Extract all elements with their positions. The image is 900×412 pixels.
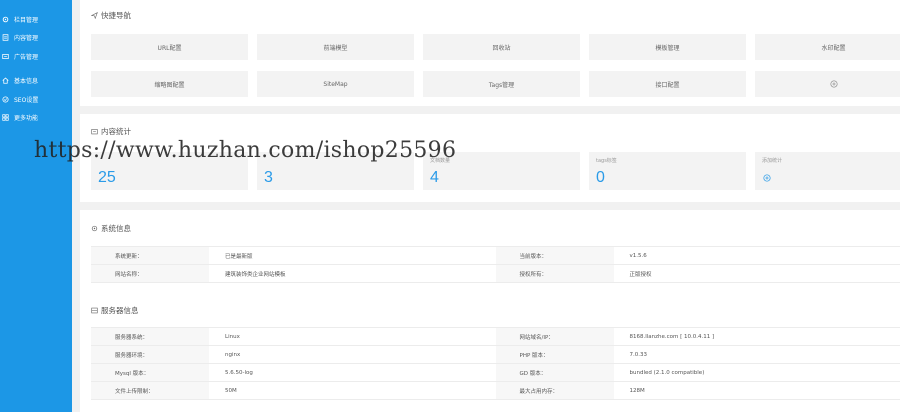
folder-icon	[91, 129, 98, 135]
server-info-table: 服务器系统： Linux 网站域名/IP： 8168.llanzhe.com […	[91, 327, 900, 400]
system-info-panel: 系统信息 系统更新： 已是最新版 当前版本： v1.5.6 网站名称： 建筑装饰…	[80, 210, 900, 412]
sidebar-item-seo[interactable]: SEO设置	[0, 90, 72, 109]
stat-card-tags[interactable]: tags标签 0	[589, 152, 746, 190]
send-icon	[91, 12, 98, 19]
main-content: 快捷导航 URL配置 前端模型 回收站 模板管理 水印配置 缩略图配置 Site…	[80, 0, 900, 412]
stat-label: 添加统计	[762, 158, 783, 164]
nav-button-sitemap[interactable]: SiteMap	[257, 71, 414, 97]
info-value: 50M	[209, 381, 496, 400]
sidebar-item-label: SEO设置	[14, 96, 39, 104]
stat-card-add[interactable]: 添加统计	[755, 152, 900, 190]
info-value: 128M	[613, 381, 900, 400]
info-value: 正版授权	[613, 264, 900, 283]
info-key: 网站名称：	[91, 264, 209, 283]
server-info-title: 服务器信息	[91, 305, 139, 316]
seo-icon	[2, 96, 9, 103]
nav-button-frontend-model[interactable]: 前端模型	[257, 34, 414, 60]
nav-button-tags-manage[interactable]: Tags管理	[423, 71, 580, 97]
stat-value: 0	[596, 169, 605, 186]
info-key: GD 版本：	[495, 363, 614, 382]
panel-title-text: 服务器信息	[101, 306, 139, 315]
info-key: 文件上传限制：	[91, 381, 209, 400]
info-value: 7.0.33	[613, 345, 900, 364]
plus-circle-icon	[829, 80, 838, 88]
grid-icon	[2, 114, 9, 121]
quick-nav-title: 快捷导航	[91, 10, 131, 21]
panel-title-text: 快捷导航	[101, 11, 131, 20]
info-key: 服务器环境：	[91, 345, 209, 364]
watermark-text: https://www.huzhan.com/ishop25596	[34, 138, 457, 163]
info-key: 系统更新：	[91, 246, 209, 265]
info-value: 建筑装饰类企业网站模板	[209, 264, 496, 283]
info-key: 授权所有：	[495, 264, 614, 283]
table-row: 服务器环境： nginx PHP 版本： 7.0.33	[91, 345, 900, 364]
info-value: v1.5.6	[613, 246, 900, 265]
info-value: bundled (2.1.0 compatible)	[613, 363, 900, 382]
stat-value: 25	[98, 169, 116, 186]
info-key: 当前版本：	[495, 246, 614, 265]
document-icon	[2, 34, 9, 41]
info-key: 网站域名/IP：	[495, 327, 614, 346]
table-row: 网站名称： 建筑装饰类企业网站模板 授权所有： 正版授权	[91, 264, 900, 283]
sidebar: 栏目管理 内容管理 广告管理 基本信息 SEO设置 更多功能	[0, 0, 72, 412]
nav-button-api-config[interactable]: 接口配置	[589, 71, 746, 97]
sidebar-item-ads[interactable]: 广告管理	[0, 47, 72, 66]
info-key: 最大占用内存：	[495, 381, 614, 400]
plus-circle-icon	[763, 174, 771, 182]
panel-title-text: 系统信息	[101, 224, 131, 233]
sidebar-item-columns[interactable]: 栏目管理	[0, 10, 72, 29]
sidebar-item-basic-info[interactable]: 基本信息	[0, 72, 72, 91]
sidebar-item-label: 内容管理	[14, 35, 39, 43]
info-key: PHP 版本：	[495, 345, 614, 364]
info-value: 5.6.50-log	[209, 363, 496, 382]
quick-nav-panel: 快捷导航 URL配置 前端模型 回收站 模板管理 水印配置 缩略图配置 Site…	[80, 0, 900, 106]
table-row: 系统更新： 已是最新版 当前版本： v1.5.6	[91, 246, 900, 265]
info-key: Mysql 版本：	[91, 363, 209, 382]
sidebar-item-label: 基本信息	[14, 78, 39, 86]
system-info-table: 系统更新： 已是最新版 当前版本： v1.5.6 网站名称： 建筑装饰类企业网站…	[91, 246, 900, 283]
table-row: Mysql 版本： 5.6.50-log GD 版本： bundled (2.1…	[91, 363, 900, 382]
info-value: 已是最新版	[209, 246, 496, 265]
system-info-title: 系统信息	[91, 223, 131, 234]
gear-icon	[2, 16, 9, 23]
table-row: 服务器系统： Linux 网站域名/IP： 8168.llanzhe.com […	[91, 327, 900, 346]
nav-button-url-config[interactable]: URL配置	[91, 34, 248, 60]
nav-button-template-manage[interactable]: 模板管理	[589, 34, 746, 60]
sidebar-item-label: 更多功能	[14, 115, 39, 123]
nav-button-add[interactable]	[755, 71, 900, 97]
nav-button-recycle-bin[interactable]: 回收站	[423, 34, 580, 60]
sidebar-item-label: 栏目管理	[14, 16, 39, 24]
info-value: Linux	[209, 327, 496, 346]
sidebar-item-more[interactable]: 更多功能	[0, 109, 72, 128]
table-row: 文件上传限制： 50M 最大占用内存： 128M	[91, 381, 900, 400]
server-icon	[91, 307, 98, 314]
info-key: 服务器系统：	[91, 327, 209, 346]
nav-button-watermark-config[interactable]: 水印配置	[755, 34, 900, 60]
stat-value: 3	[264, 169, 273, 186]
content-stats-title: 内容统计	[91, 126, 131, 137]
stat-label: tags标签	[596, 158, 617, 164]
ad-icon	[2, 53, 9, 60]
gear-icon	[91, 225, 98, 232]
nav-button-thumbnail-config[interactable]: 缩略图配置	[91, 71, 248, 97]
stat-value: 4	[430, 169, 439, 186]
panel-title-text: 内容统计	[101, 127, 131, 136]
home-icon	[2, 77, 9, 84]
info-value: 8168.llanzhe.com [ 10.0.4.11 ]	[613, 327, 900, 346]
sidebar-item-label: 广告管理	[14, 53, 39, 61]
sidebar-item-content[interactable]: 内容管理	[0, 29, 72, 48]
info-value: nginx	[209, 345, 496, 364]
